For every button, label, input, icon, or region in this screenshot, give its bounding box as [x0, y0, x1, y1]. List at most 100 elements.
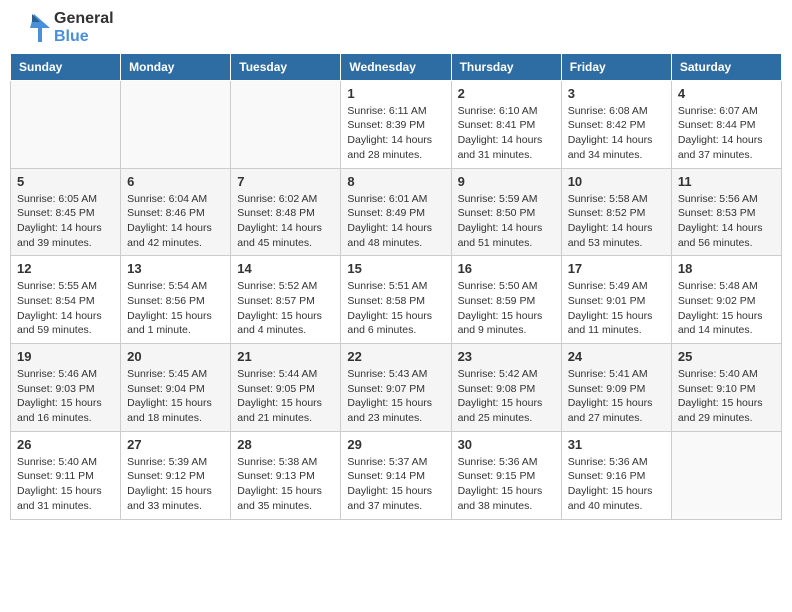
- day-cell: 29Sunrise: 5:37 AM Sunset: 9:14 PM Dayli…: [341, 431, 451, 519]
- day-cell: [121, 80, 231, 168]
- day-info: Sunrise: 6:04 AM Sunset: 8:46 PM Dayligh…: [127, 192, 224, 251]
- header: General Blue: [10, 10, 782, 47]
- day-cell: 26 Sunrise: 5:40 AM Sunset: 9:11 PM Dayli…: [11, 431, 121, 519]
- day-cell: 14 Sunrise: 5:52 AM Sunset: 8:57 PM Dayli…: [231, 256, 341, 344]
- day-number: 25: [678, 349, 775, 364]
- day-cell: [231, 80, 341, 168]
- day-info: Sunrise: 5:55 AM Sunset: 8:54 PM Dayligh…: [17, 279, 114, 338]
- day-info: Sunrise: 5:56 AM Sunset: 8:53 PM Dayligh…: [678, 192, 775, 251]
- day-number: 27: [127, 437, 224, 452]
- logo-blue-text: Blue: [54, 28, 114, 46]
- day-cell: 16 Sunrise: 5:50 AM Sunset: 8:59 PM Dayli…: [451, 256, 561, 344]
- day-cell: 31Sunrise: 5:36 AM Sunset: 9:16 PM Dayli…: [561, 431, 671, 519]
- logo: General Blue: [14, 10, 114, 47]
- week-row-3: 12 Sunrise: 5:55 AM Sunset: 8:54 PM Dayli…: [11, 256, 782, 344]
- day-number: 23: [458, 349, 555, 364]
- day-info: Sunrise: 5:43 AM Sunset: 9:07 PM Dayligh…: [347, 367, 444, 426]
- weekday-header-wednesday: Wednesday: [341, 53, 451, 80]
- day-cell: [671, 431, 781, 519]
- day-info: Sunrise: 6:02 AM Sunset: 8:48 PM Dayligh…: [237, 192, 334, 251]
- day-info: Sunrise: 6:10 AM Sunset: 8:41 PM Dayligh…: [458, 104, 555, 163]
- day-cell: 17Sunrise: 5:49 AM Sunset: 9:01 PM Dayli…: [561, 256, 671, 344]
- day-cell: 24 Sunrise: 5:41 AM Sunset: 9:09 PM Dayli…: [561, 344, 671, 432]
- day-cell: 23 Sunrise: 5:42 AM Sunset: 9:08 PM Dayli…: [451, 344, 561, 432]
- day-info: Sunrise: 5:59 AM Sunset: 8:50 PM Dayligh…: [458, 192, 555, 251]
- day-info: Sunrise: 5:46 AM Sunset: 9:03 PM Dayligh…: [17, 367, 114, 426]
- day-number: 21: [237, 349, 334, 364]
- day-cell: 7 Sunrise: 6:02 AM Sunset: 8:48 PM Daylig…: [231, 168, 341, 256]
- weekday-header-thursday: Thursday: [451, 53, 561, 80]
- day-cell: 6 Sunrise: 6:04 AM Sunset: 8:46 PM Daylig…: [121, 168, 231, 256]
- day-info: Sunrise: 5:52 AM Sunset: 8:57 PM Dayligh…: [237, 279, 334, 338]
- day-cell: 9Sunrise: 5:59 AM Sunset: 8:50 PM Daylig…: [451, 168, 561, 256]
- day-info: Sunrise: 5:51 AM Sunset: 8:58 PM Dayligh…: [347, 279, 444, 338]
- day-cell: 22 Sunrise: 5:43 AM Sunset: 9:07 PM Dayli…: [341, 344, 451, 432]
- day-cell: 13Sunrise: 5:54 AM Sunset: 8:56 PM Dayli…: [121, 256, 231, 344]
- day-number: 28: [237, 437, 334, 452]
- day-number: 10: [568, 174, 665, 189]
- day-number: 14: [237, 261, 334, 276]
- day-number: 2: [458, 86, 555, 101]
- day-info: Sunrise: 5:50 AM Sunset: 8:59 PM Dayligh…: [458, 279, 555, 338]
- day-cell: 3 Sunrise: 6:08 AM Sunset: 8:42 PM Daylig…: [561, 80, 671, 168]
- day-cell: 20Sunrise: 5:45 AM Sunset: 9:04 PM Dayli…: [121, 344, 231, 432]
- day-cell: 15 Sunrise: 5:51 AM Sunset: 8:58 PM Dayli…: [341, 256, 451, 344]
- weekday-header-friday: Friday: [561, 53, 671, 80]
- day-info: Sunrise: 5:41 AM Sunset: 9:09 PM Dayligh…: [568, 367, 665, 426]
- day-number: 15: [347, 261, 444, 276]
- day-cell: 18Sunrise: 5:48 AM Sunset: 9:02 PM Dayli…: [671, 256, 781, 344]
- day-cell: 8 Sunrise: 6:01 AM Sunset: 8:49 PM Daylig…: [341, 168, 451, 256]
- day-info: Sunrise: 5:42 AM Sunset: 9:08 PM Dayligh…: [458, 367, 555, 426]
- day-cell: 11 Sunrise: 5:56 AM Sunset: 8:53 PM Dayli…: [671, 168, 781, 256]
- day-info: Sunrise: 5:36 AM Sunset: 9:15 PM Dayligh…: [458, 455, 555, 514]
- weekday-row: SundayMondayTuesdayWednesdayThursdayFrid…: [11, 53, 782, 80]
- week-row-2: 5 Sunrise: 6:05 AM Sunset: 8:45 PM Daylig…: [11, 168, 782, 256]
- week-row-1: 1Sunrise: 6:11 AM Sunset: 8:39 PM Daylig…: [11, 80, 782, 168]
- day-cell: 25 Sunrise: 5:40 AM Sunset: 9:10 PM Dayli…: [671, 344, 781, 432]
- day-number: 30: [458, 437, 555, 452]
- day-cell: 2 Sunrise: 6:10 AM Sunset: 8:41 PM Daylig…: [451, 80, 561, 168]
- day-number: 6: [127, 174, 224, 189]
- day-number: 7: [237, 174, 334, 189]
- day-info: Sunrise: 5:45 AM Sunset: 9:04 PM Dayligh…: [127, 367, 224, 426]
- day-info: Sunrise: 6:01 AM Sunset: 8:49 PM Dayligh…: [347, 192, 444, 251]
- day-number: 13: [127, 261, 224, 276]
- day-info: Sunrise: 6:05 AM Sunset: 8:45 PM Dayligh…: [17, 192, 114, 251]
- day-cell: 30 Sunrise: 5:36 AM Sunset: 9:15 PM Dayli…: [451, 431, 561, 519]
- day-cell: 21 Sunrise: 5:44 AM Sunset: 9:05 PM Dayli…: [231, 344, 341, 432]
- day-info: Sunrise: 5:49 AM Sunset: 9:01 PM Dayligh…: [568, 279, 665, 338]
- calendar-body: 1Sunrise: 6:11 AM Sunset: 8:39 PM Daylig…: [11, 80, 782, 519]
- day-info: Sunrise: 5:44 AM Sunset: 9:05 PM Dayligh…: [237, 367, 334, 426]
- day-number: 8: [347, 174, 444, 189]
- day-number: 1: [347, 86, 444, 101]
- day-number: 5: [17, 174, 114, 189]
- day-cell: 4Sunrise: 6:07 AM Sunset: 8:44 PM Daylig…: [671, 80, 781, 168]
- day-number: 12: [17, 261, 114, 276]
- day-number: 24: [568, 349, 665, 364]
- day-cell: 27Sunrise: 5:39 AM Sunset: 9:12 PM Dayli…: [121, 431, 231, 519]
- day-info: Sunrise: 6:08 AM Sunset: 8:42 PM Dayligh…: [568, 104, 665, 163]
- day-number: 18: [678, 261, 775, 276]
- day-info: Sunrise: 5:58 AM Sunset: 8:52 PM Dayligh…: [568, 192, 665, 251]
- day-info: Sunrise: 5:37 AM Sunset: 9:14 PM Dayligh…: [347, 455, 444, 514]
- day-number: 22: [347, 349, 444, 364]
- day-number: 26: [17, 437, 114, 452]
- day-number: 3: [568, 86, 665, 101]
- day-cell: [11, 80, 121, 168]
- day-info: Sunrise: 5:40 AM Sunset: 9:11 PM Dayligh…: [17, 455, 114, 514]
- day-info: Sunrise: 5:40 AM Sunset: 9:10 PM Dayligh…: [678, 367, 775, 426]
- day-number: 31: [568, 437, 665, 452]
- day-number: 16: [458, 261, 555, 276]
- weekday-header-tuesday: Tuesday: [231, 53, 341, 80]
- day-cell: 28 Sunrise: 5:38 AM Sunset: 9:13 PM Dayli…: [231, 431, 341, 519]
- day-cell: 5 Sunrise: 6:05 AM Sunset: 8:45 PM Daylig…: [11, 168, 121, 256]
- day-cell: 10 Sunrise: 5:58 AM Sunset: 8:52 PM Dayli…: [561, 168, 671, 256]
- day-info: Sunrise: 6:07 AM Sunset: 8:44 PM Dayligh…: [678, 104, 775, 163]
- calendar-header: SundayMondayTuesdayWednesdayThursdayFrid…: [11, 53, 782, 80]
- day-number: 11: [678, 174, 775, 189]
- day-info: Sunrise: 5:38 AM Sunset: 9:13 PM Dayligh…: [237, 455, 334, 514]
- day-cell: 19Sunrise: 5:46 AM Sunset: 9:03 PM Dayli…: [11, 344, 121, 432]
- day-cell: 1Sunrise: 6:11 AM Sunset: 8:39 PM Daylig…: [341, 80, 451, 168]
- week-row-5: 26 Sunrise: 5:40 AM Sunset: 9:11 PM Dayli…: [11, 431, 782, 519]
- weekday-header-sunday: Sunday: [11, 53, 121, 80]
